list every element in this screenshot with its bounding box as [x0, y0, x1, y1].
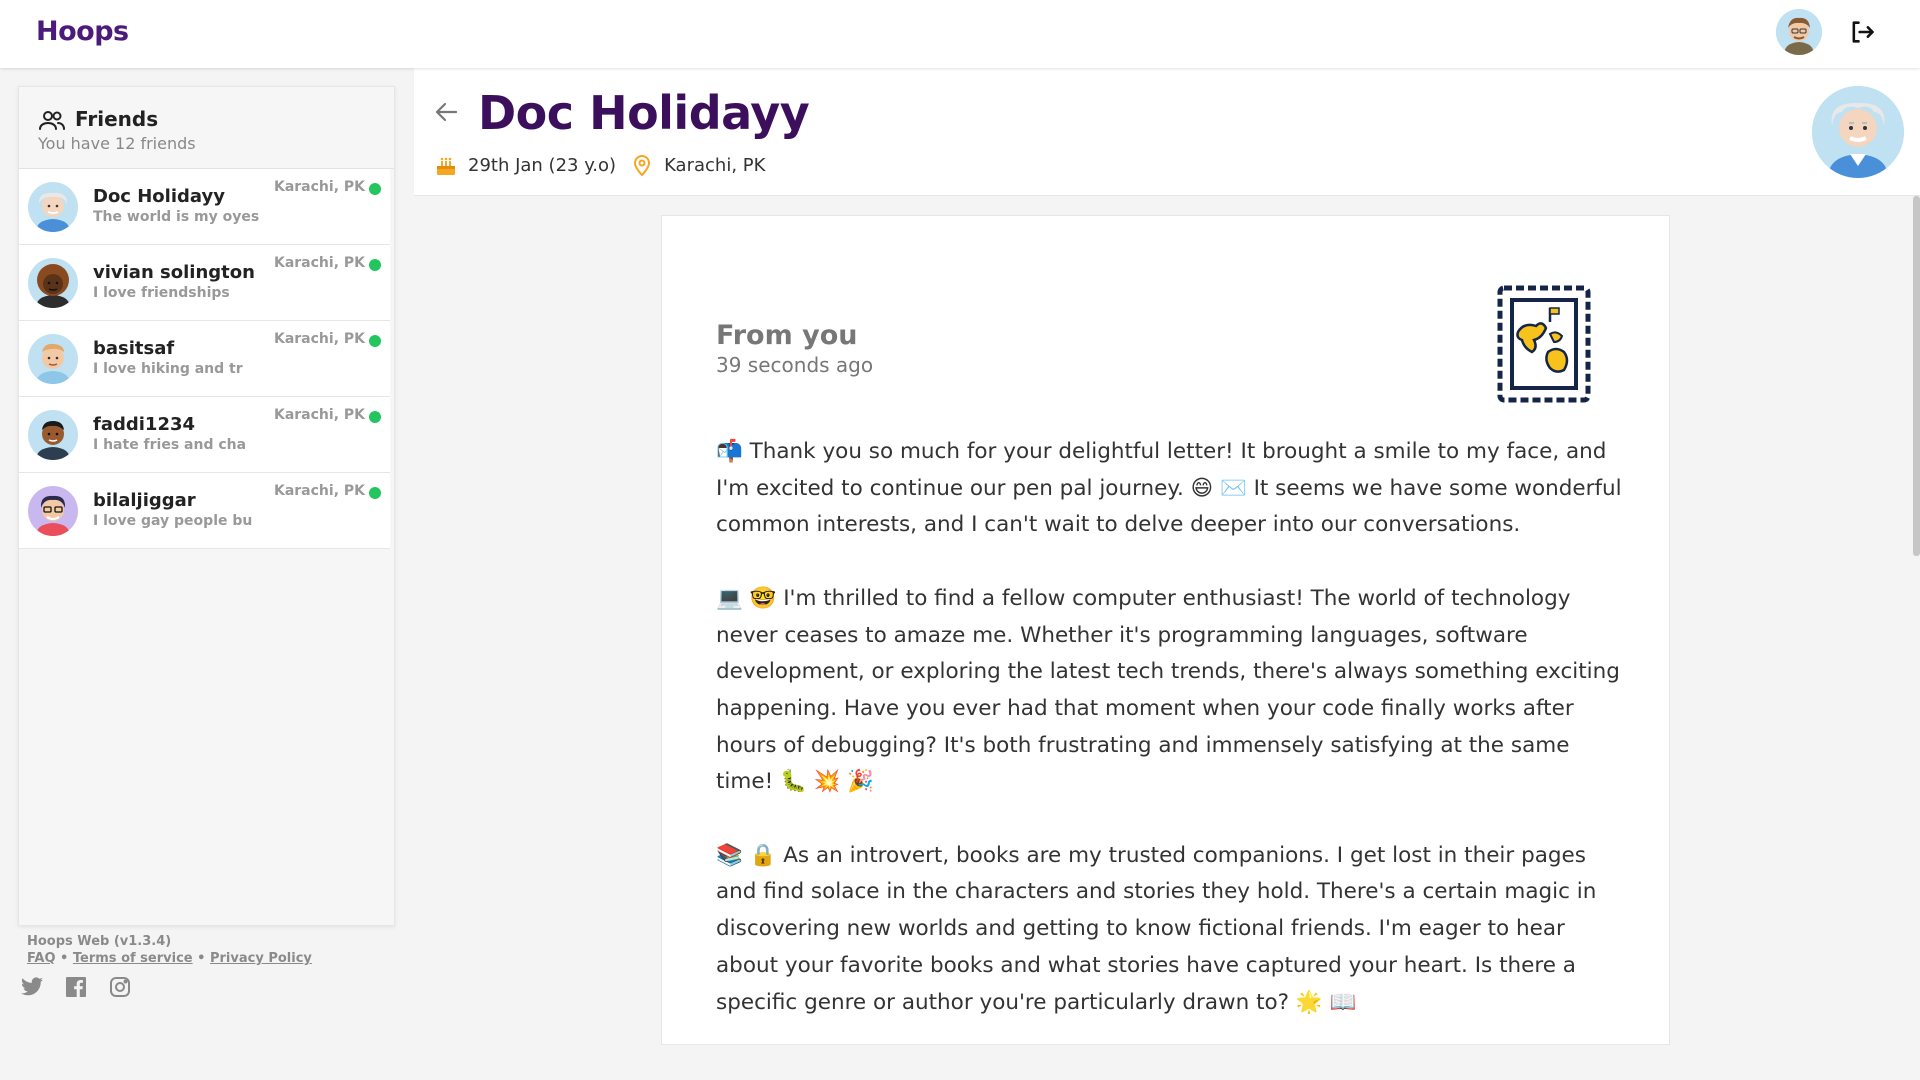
- letter-paragraph: 💻 🤓 I'm thrilled to find a fellow comput…: [716, 585, 1620, 795]
- friends-icon: [39, 111, 65, 130]
- birthday-cake-icon: [437, 157, 455, 175]
- friend-item-basitsaf[interactable]: basitsaf I love hiking and tr Karachi, P…: [19, 321, 390, 397]
- twitter-icon[interactable]: [20, 975, 44, 999]
- friend-name: vivian solington: [93, 262, 255, 283]
- footer-separator: •: [60, 951, 69, 966]
- profile-meta: 29th Jan (23 y.o) Karachi, PK: [434, 153, 765, 177]
- letter-timestamp: 39 seconds ago: [716, 353, 874, 377]
- friend-list: Doc Holidayy The world is my oyes Karach…: [19, 169, 394, 549]
- friend-name: faddi1234: [93, 414, 196, 435]
- friends-header: Friends You have 12 friends: [19, 87, 394, 169]
- back-arrow-icon[interactable]: [432, 98, 462, 126]
- avatar: [28, 410, 78, 460]
- friend-item-vivian-solington[interactable]: vivian solington I love friendships Kara…: [19, 245, 390, 321]
- letter-paragraph: 📬 Thank you so much for your delightful …: [716, 439, 1622, 538]
- faq-link[interactable]: FAQ: [27, 951, 56, 966]
- profile-header: Doc Holidayy 29th Jan (23 y.o) Karachi, …: [414, 68, 1920, 196]
- friend-status: The world is my oyes: [93, 209, 260, 225]
- friend-status: I love gay people bu: [93, 513, 253, 529]
- letter-card: From you 39 seconds ago 📬 Thank you so m…: [661, 215, 1670, 1045]
- avatar: [28, 258, 78, 308]
- footer-links: FAQ • Terms of service • Privacy Policy: [27, 951, 312, 966]
- friend-status: I love hiking and tr: [93, 361, 243, 377]
- friend-name: basitsaf: [93, 338, 175, 359]
- social-links: [20, 975, 132, 999]
- avatar: [28, 486, 78, 536]
- profile-avatar: [1812, 86, 1904, 178]
- profile-location: Karachi, PK: [664, 154, 766, 176]
- friends-sidebar: Friends You have 12 friends Doc Holidayy…: [18, 86, 395, 926]
- friend-location: Karachi, PK: [273, 179, 365, 195]
- online-indicator: [369, 259, 381, 271]
- location-pin-icon: [634, 155, 651, 177]
- privacy-link[interactable]: Privacy Policy: [210, 951, 312, 966]
- letter-sender: From you: [716, 320, 858, 351]
- sidebar-footer: Hoops Web (v1.3.4) FAQ • Terms of servic…: [27, 934, 312, 966]
- online-indicator: [369, 183, 381, 195]
- friend-location: Karachi, PK: [273, 331, 365, 347]
- friend-item-doc-holidayy[interactable]: Doc Holidayy The world is my oyes Karach…: [19, 169, 390, 245]
- letter-body: 📬 Thank you so much for your delightful …: [716, 434, 1626, 1044]
- letter-paragraph: 📚 🔒 As an introvert, books are my truste…: [716, 842, 1597, 1015]
- page-scrollbar[interactable]: [1913, 196, 1920, 556]
- online-indicator: [369, 487, 381, 499]
- profile-birthday: 29th Jan (23 y.o): [468, 154, 617, 176]
- friend-item-bilaljiggar[interactable]: bilaljiggar I love gay people bu Karachi…: [19, 473, 390, 549]
- facebook-icon[interactable]: [64, 975, 88, 999]
- footer-separator: •: [197, 951, 206, 966]
- instagram-icon[interactable]: [108, 975, 132, 999]
- online-indicator: [369, 335, 381, 347]
- app-version: Hoops Web (v1.3.4): [27, 934, 172, 949]
- user-avatar-icon[interactable]: [1776, 9, 1822, 55]
- friend-location: Karachi, PK: [273, 483, 365, 499]
- avatar: [28, 334, 78, 384]
- friends-count: You have 12 friends: [38, 134, 196, 153]
- friend-status: I hate fries and cha: [93, 437, 247, 453]
- top-bar: Hoops: [0, 0, 1920, 68]
- logout-icon[interactable]: [1848, 18, 1876, 46]
- postage-stamp-icon: [1497, 285, 1591, 403]
- terms-link[interactable]: Terms of service: [73, 951, 193, 966]
- friend-status: I love friendships: [93, 285, 230, 301]
- friend-location: Karachi, PK: [273, 255, 365, 271]
- app-logo[interactable]: Hoops: [36, 16, 129, 47]
- friends-title: Friends: [75, 107, 159, 131]
- avatar: [28, 182, 78, 232]
- friend-location: Karachi, PK: [273, 407, 365, 423]
- friend-name: Doc Holidayy: [93, 186, 225, 207]
- profile-name: Doc Holidayy: [478, 86, 810, 140]
- friend-item-faddi1234[interactable]: faddi1234 I hate fries and cha Karachi, …: [19, 397, 390, 473]
- friend-name: bilaljiggar: [93, 490, 196, 511]
- online-indicator: [369, 411, 381, 423]
